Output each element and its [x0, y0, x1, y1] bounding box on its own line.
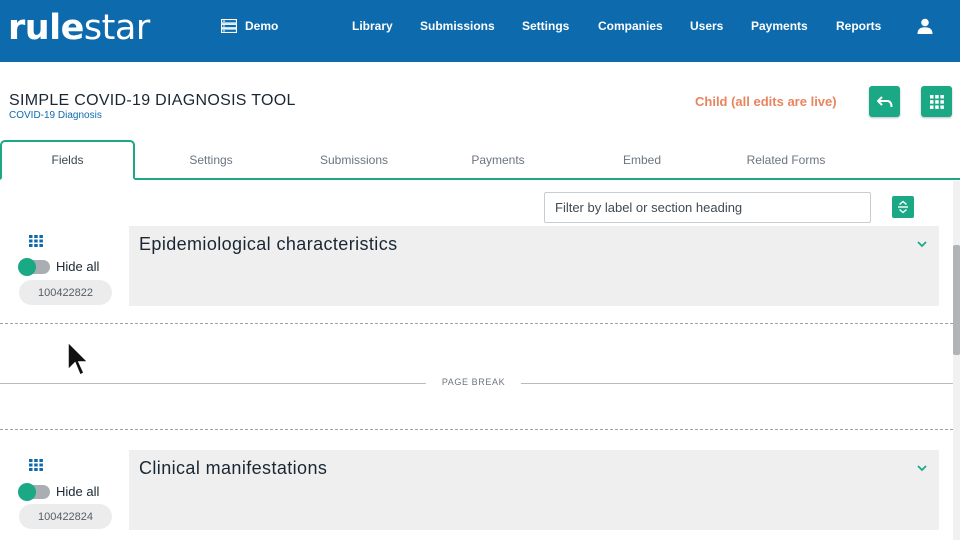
scrollbar-thumb[interactable]	[953, 245, 960, 355]
toggle-knob	[18, 483, 36, 501]
expand-collapse-button[interactable]	[892, 196, 914, 218]
nav-reports[interactable]: Reports	[836, 19, 881, 33]
nav-submissions[interactable]: Submissions	[420, 19, 495, 33]
nav-payments[interactable]: Payments	[751, 19, 808, 33]
hide-all-toggle[interactable]	[18, 258, 50, 276]
page-break: PAGE BREAK	[0, 377, 953, 387]
apps-grid-button[interactable]	[921, 86, 952, 117]
page-break-line	[521, 383, 953, 384]
rulestar-logo[interactable]: rulestar	[8, 8, 150, 48]
section-id-badge: 100422824	[19, 504, 112, 529]
hide-all-label: Hide all	[56, 484, 100, 499]
undo-icon	[876, 95, 892, 107]
section-panel: Epidemiological characteristics	[129, 226, 939, 306]
scrollbar[interactable]	[953, 181, 960, 540]
user-icon[interactable]	[917, 18, 933, 34]
section-id-badge: 100422822	[19, 280, 112, 305]
hide-all-label: Hide all	[56, 259, 100, 274]
page-break-label: PAGE BREAK	[441, 377, 506, 387]
nav-companies[interactable]: Companies	[598, 19, 663, 33]
tab-payments[interactable]: Payments	[440, 140, 556, 180]
expand-collapse-icon	[898, 200, 908, 214]
filter-input[interactable]	[544, 192, 871, 223]
tab-embed[interactable]: Embed	[584, 140, 700, 180]
nav-library[interactable]: Library	[352, 19, 393, 33]
section-heading[interactable]: Clinical manifestations	[139, 458, 327, 479]
tab-related-forms[interactable]: Related Forms	[720, 140, 852, 180]
undo-button[interactable]	[869, 86, 900, 117]
section-divider	[0, 429, 953, 430]
chevron-down-icon[interactable]	[915, 238, 929, 250]
nav-users[interactable]: Users	[690, 19, 723, 33]
grid-icon	[929, 94, 944, 109]
toggle-knob	[18, 258, 36, 276]
drag-handle-icon[interactable]	[29, 459, 43, 471]
workspace-selector[interactable]: Demo	[221, 17, 278, 35]
child-status-text: Child (all edits are live)	[695, 94, 837, 109]
form-tabs: Fields Settings Submissions Payments Emb…	[0, 140, 960, 180]
tab-settings[interactable]: Settings	[150, 140, 272, 180]
server-icon	[221, 19, 237, 33]
tab-submissions[interactable]: Submissions	[290, 140, 418, 180]
chevron-down-icon[interactable]	[915, 462, 929, 474]
hide-all-toggle[interactable]	[18, 483, 50, 501]
mouse-cursor-icon	[67, 340, 90, 377]
form-title: SIMPLE COVID-19 DIAGNOSIS TOOL	[9, 92, 296, 109]
drag-handle-icon[interactable]	[29, 235, 43, 247]
tab-fields[interactable]: Fields	[0, 140, 135, 180]
form-subtitle: COVID-19 Diagnosis	[9, 110, 102, 121]
logo-text-bold: rule	[8, 8, 84, 48]
top-nav-bar: rulestar Demo Library Submissions Settin…	[0, 0, 960, 62]
page-break-line	[0, 383, 426, 384]
logo-text-light: star	[83, 8, 150, 48]
nav-settings[interactable]: Settings	[522, 19, 569, 33]
section-panel: Clinical manifestations	[129, 450, 939, 530]
workspace-label: Demo	[245, 19, 279, 33]
section-heading[interactable]: Epidemiological characteristics	[139, 234, 398, 255]
